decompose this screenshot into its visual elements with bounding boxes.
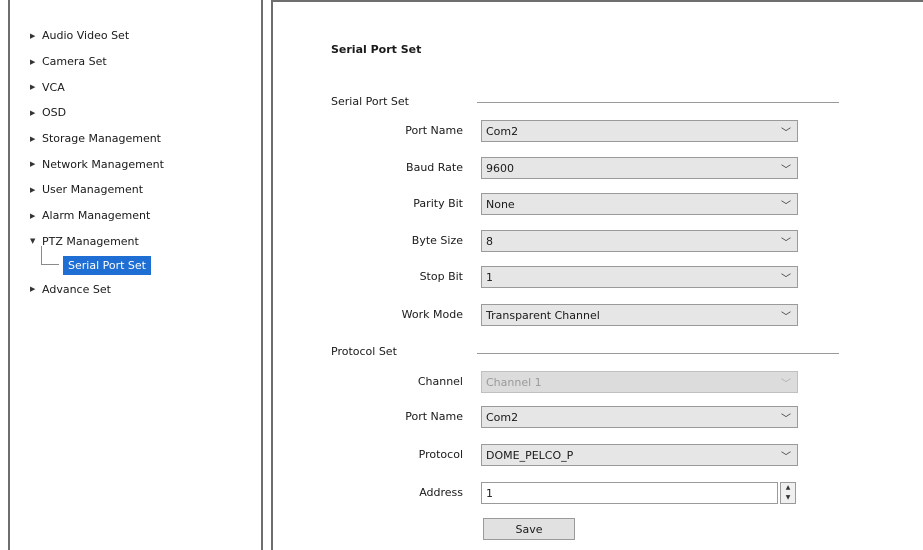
field-row-port-name: Port Name Com2 ﹀ <box>273 120 833 142</box>
parity-bit-select[interactable]: None ﹀ <box>481 193 798 215</box>
chevron-down-icon[interactable]: ﹀ <box>775 161 797 176</box>
tree-item-label: Audio Video Set <box>42 29 130 43</box>
byte-size-select[interactable]: 8 ﹀ <box>481 230 798 252</box>
field-row-channel: Channel Channel 1 ﹀ <box>273 371 833 393</box>
tree-item-advance-set[interactable]: ▶ Advance Set <box>30 276 164 302</box>
chevron-down-icon[interactable]: ﹀ <box>775 270 797 285</box>
field-row-protocol-port-name: Port Name Com2 ﹀ <box>273 406 833 428</box>
navigation-tree: ▶ Audio Video Set ▶ Camera Set ▶ VCA ▶ O… <box>30 23 164 302</box>
chevron-down-icon: ﹀ <box>781 378 791 390</box>
work-mode-select[interactable]: Transparent Channel ﹀ <box>481 304 798 326</box>
field-label: Channel <box>417 375 463 388</box>
tree-item-label: Network Management <box>42 157 164 171</box>
section-divider <box>477 102 839 103</box>
chevron-down-icon[interactable]: ﹀ <box>775 197 797 212</box>
chevron-down-icon[interactable]: ﹀ <box>775 234 797 249</box>
port-name-select[interactable]: Com2 ﹀ <box>481 120 798 142</box>
tree-item-label: Storage Management <box>42 132 161 146</box>
select-value: Com2 <box>486 410 519 424</box>
tree-item-alarm-management[interactable]: ▶ Alarm Management <box>30 203 164 229</box>
address-input[interactable]: 1 <box>481 482 778 504</box>
field-row-protocol: Protocol DOME_PELCO_P ﹀ <box>273 444 833 466</box>
select-value: Transparent Channel <box>486 308 600 322</box>
tree-item-osd[interactable]: ▶ OSD <box>30 100 164 126</box>
tree-item-label: Alarm Management <box>42 209 151 223</box>
field-label: Protocol <box>418 448 463 461</box>
protocol-select[interactable]: DOME_PELCO_P ﹀ <box>481 444 798 466</box>
select-value: None <box>486 197 515 211</box>
chevron-down-icon[interactable]: ﹀ <box>775 448 797 463</box>
tree-item-storage-management[interactable]: ▶ Storage Management <box>30 126 164 152</box>
tree-item-user-management[interactable]: ▶ User Management <box>30 177 164 203</box>
caret-right-icon[interactable]: ▶ <box>30 32 42 40</box>
tree-item-serial-port-set[interactable]: Serial Port Set <box>38 246 164 276</box>
field-label: Work Mode <box>401 308 463 321</box>
caret-right-icon[interactable]: ▶ <box>30 160 42 168</box>
tree-item-audio-video-set[interactable]: ▶ Audio Video Set <box>30 23 164 49</box>
caret-right-icon[interactable]: ▶ <box>30 135 42 143</box>
field-label: Port Name <box>405 410 463 423</box>
field-row-stop-bit: Stop Bit 1 ﹀ <box>273 266 833 288</box>
tree-item-label: Advance Set <box>42 282 111 296</box>
caret-down-icon[interactable]: ▼ <box>30 237 42 245</box>
caret-right-icon[interactable]: ▶ <box>30 109 42 117</box>
select-value: 9600 <box>486 161 514 175</box>
tree-item-label: User Management <box>42 183 144 197</box>
sidebar-tree-panel: ▶ Audio Video Set ▶ Camera Set ▶ VCA ▶ O… <box>8 0 263 550</box>
protocol-port-name-select[interactable]: Com2 ﹀ <box>481 406 798 428</box>
caret-right-icon[interactable]: ▶ <box>30 83 42 91</box>
tree-item-label-selected: Serial Port Set <box>63 255 151 275</box>
caret-right-icon[interactable]: ▶ <box>30 186 42 194</box>
field-label: Baud Rate <box>406 161 463 174</box>
field-label: Stop Bit <box>419 270 463 283</box>
spinner-down-icon[interactable]: ▼ <box>781 493 795 503</box>
chevron-down-icon[interactable]: ﹀ <box>775 124 797 139</box>
baud-rate-select[interactable]: 9600 ﹀ <box>481 157 798 179</box>
field-row-work-mode: Work Mode Transparent Channel ﹀ <box>273 304 833 326</box>
tree-item-vca[interactable]: ▶ VCA <box>30 74 164 100</box>
input-value: 1 <box>486 486 493 500</box>
tree-item-label: Camera Set <box>42 55 107 69</box>
section-label-serial-port-set: Serial Port Set <box>331 95 409 108</box>
chevron-down-icon[interactable]: ﹀ <box>775 308 797 323</box>
section-divider <box>477 353 839 354</box>
tree-item-camera-set[interactable]: ▶ Camera Set <box>30 49 164 75</box>
spinner-up-icon[interactable]: ▲ <box>781 483 795 493</box>
field-row-byte-size: Byte Size 8 ﹀ <box>273 230 833 252</box>
channel-select: Channel 1 ﹀ <box>481 371 798 393</box>
field-label: Address <box>419 486 463 499</box>
field-row-address: Address 1 ▲ ▼ <box>273 482 833 504</box>
caret-right-icon[interactable]: ▶ <box>30 58 42 66</box>
select-value: 1 <box>486 270 493 284</box>
tree-item-label: VCA <box>42 80 65 94</box>
field-row-parity-bit: Parity Bit None ﹀ <box>273 193 833 215</box>
field-label: Port Name <box>405 124 463 137</box>
tree-item-network-management[interactable]: ▶ Network Management <box>30 151 164 177</box>
field-label: Parity Bit <box>413 197 463 210</box>
address-spinner[interactable]: ▲ ▼ <box>780 482 796 504</box>
field-label: Byte Size <box>411 234 463 247</box>
tree-connector-line <box>41 246 59 266</box>
field-row-baud-rate: Baud Rate 9600 ﹀ <box>273 157 833 179</box>
select-value: 8 <box>486 234 493 248</box>
chevron-down-icon[interactable]: ﹀ <box>775 410 797 425</box>
save-button[interactable]: Save <box>483 518 575 540</box>
caret-right-icon[interactable]: ▶ <box>30 285 42 293</box>
select-value: Com2 <box>486 124 519 138</box>
tree-item-label: OSD <box>42 106 67 120</box>
page-title: Serial Port Set <box>331 43 422 56</box>
select-value: DOME_PELCO_P <box>486 448 574 462</box>
caret-right-icon[interactable]: ▶ <box>30 212 42 220</box>
stop-bit-select[interactable]: 1 ﹀ <box>481 266 798 288</box>
select-value: Channel 1 <box>486 375 542 389</box>
settings-panel: Serial Port Set Serial Port Set Port Nam… <box>271 0 923 550</box>
section-label-protocol-set: Protocol Set <box>331 345 397 358</box>
